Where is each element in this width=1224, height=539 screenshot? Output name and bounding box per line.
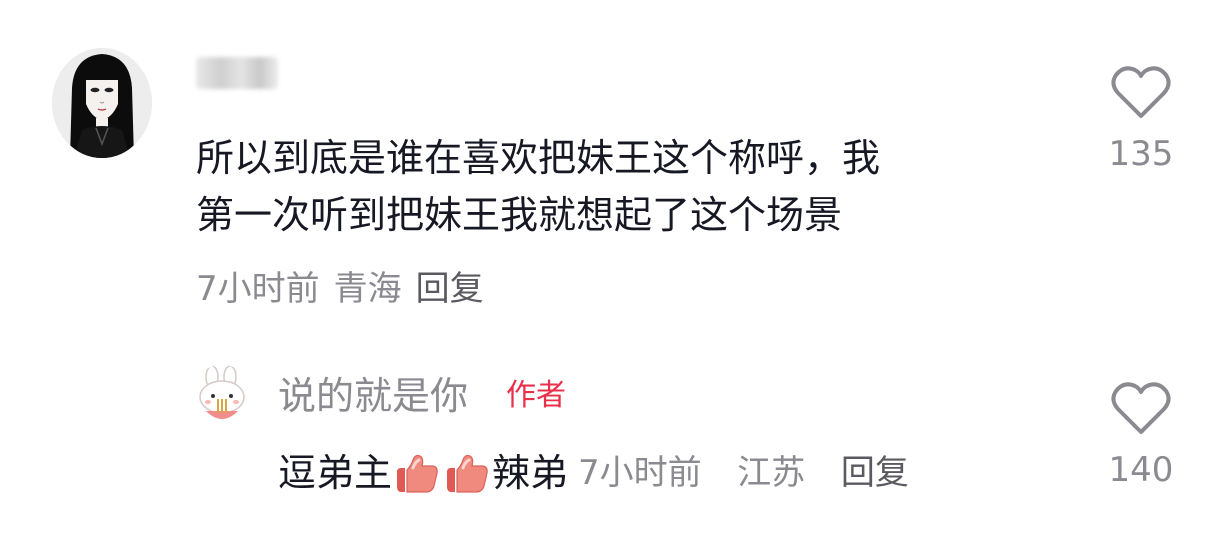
comment-text-line-1: 所以到底是谁在喜欢把妹王这个称呼，我 xyxy=(196,136,881,180)
reply-time: 7小时前 xyxy=(578,453,702,493)
comment-location: 青海 xyxy=(333,269,402,309)
reply-like: 140 xyxy=(1093,380,1189,490)
reply-avatar[interactable] xyxy=(190,365,254,429)
reply-location: 江苏 xyxy=(737,453,806,493)
comment-thread: 刘刘 所以到底是谁在喜欢把妹王这个称呼，我 第一次听到把妹王我就想起了这个场景 … xyxy=(0,0,1224,539)
thumbs-up-emoji-icon xyxy=(397,454,438,493)
heart-outline-icon[interactable] xyxy=(1111,380,1171,436)
reply-text-end: 辣弟 xyxy=(492,451,569,495)
comment-text-line-2: 第一次听到把妹王我就想起了这个场景 xyxy=(196,193,843,237)
thumbs-up-emoji-icon xyxy=(447,454,488,493)
username-text: 刘刘 xyxy=(196,57,278,89)
reply-button[interactable]: 回复 xyxy=(416,266,484,312)
comment-meta: 7小时前 青海 回复 xyxy=(196,266,484,312)
like-count: 140 xyxy=(1108,450,1174,490)
avatar[interactable] xyxy=(52,48,152,158)
reply-body: 逗弟主 辣弟 7小时前 江苏 回复 xyxy=(278,448,909,498)
comment-like: 135 xyxy=(1093,64,1189,174)
avatar-image xyxy=(190,365,254,429)
reply-button[interactable]: 回复 xyxy=(841,453,909,493)
avatar-image xyxy=(52,48,152,158)
reply-text-start: 逗弟主 xyxy=(278,451,393,495)
like-count: 135 xyxy=(1108,134,1174,174)
comment-time: 7小时前 xyxy=(196,269,320,309)
author-badge: 作者 xyxy=(506,378,567,413)
reply-meta: 7小时前 江苏 回复 xyxy=(578,450,909,496)
comment-username[interactable]: 刘刘 xyxy=(196,54,282,92)
reply-header: 说的就是你 作者 xyxy=(278,372,566,420)
heart-outline-icon[interactable] xyxy=(1111,64,1171,120)
reply-username[interactable]: 说的就是你 xyxy=(278,372,468,420)
comment-body: 所以到底是谁在喜欢把妹王这个称呼，我 第一次听到把妹王我就想起了这个场景 xyxy=(196,130,1076,244)
